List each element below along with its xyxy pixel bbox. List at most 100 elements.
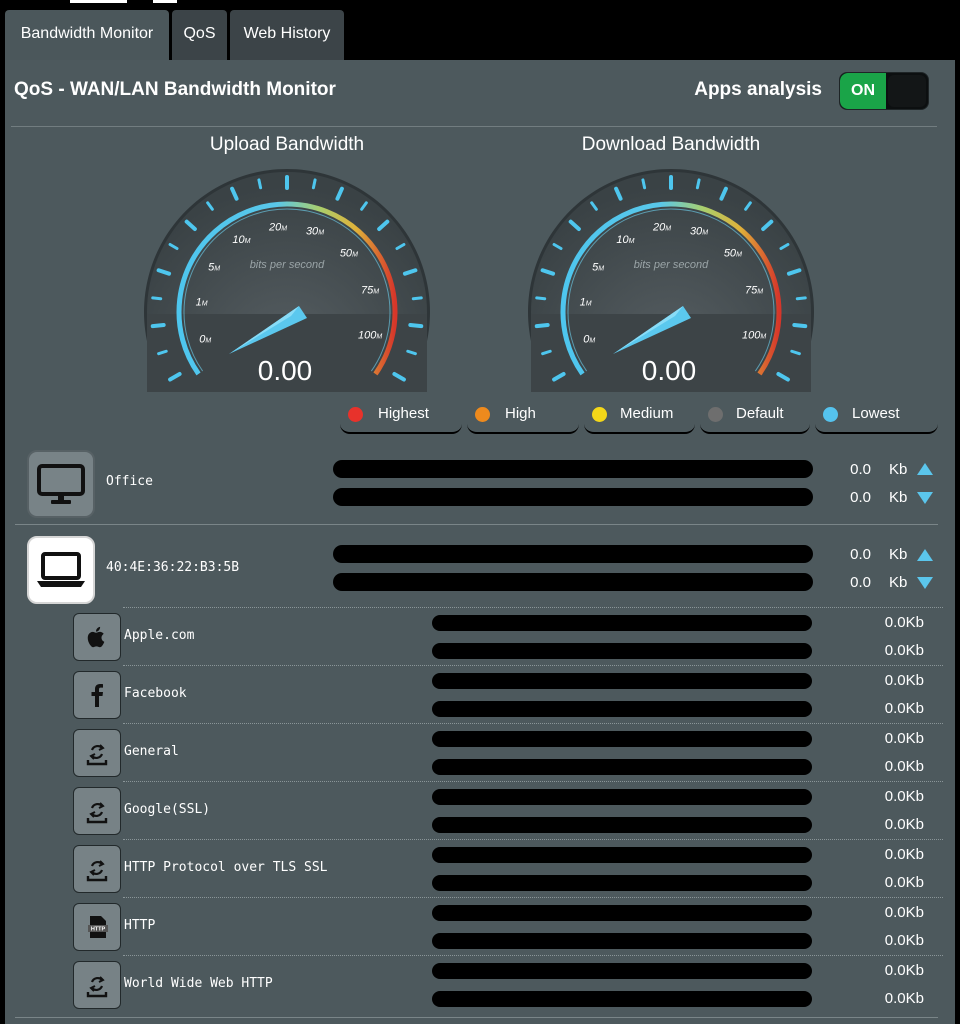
apps-analysis-label: Apps analysis <box>694 79 822 100</box>
device-name: 40:4E:36:22:B3:5B <box>106 560 240 575</box>
app-download-bar <box>432 991 812 1007</box>
device-upload-value: 0.0 <box>850 546 871 563</box>
app-upload-bar <box>432 731 812 747</box>
app-upload-bar <box>432 963 812 979</box>
app-upload-bar <box>432 789 812 805</box>
device-upload-value: 0.0 <box>850 461 871 478</box>
general-app-icon[interactable] <box>73 787 121 835</box>
app-upload-bar <box>432 847 812 863</box>
device-download-bar <box>333 573 813 591</box>
app-name: Facebook <box>124 686 187 701</box>
svg-text:HTTP: HTTP <box>91 927 106 933</box>
device-upload-bar <box>333 460 813 478</box>
general-app-icon[interactable] <box>73 961 121 1009</box>
app-download-value: 0.0Kb <box>884 642 924 659</box>
app-download-bar <box>432 933 812 949</box>
device-download-value: 0.0 <box>850 574 871 591</box>
general-app-icon[interactable] <box>73 729 121 777</box>
app-download-bar <box>432 701 812 717</box>
app-row-divider <box>123 607 943 608</box>
app-row-divider <box>123 839 943 840</box>
app-download-bar <box>432 875 812 891</box>
tab-qos[interactable]: QoS <box>172 10 227 60</box>
apps-analysis-toggle[interactable]: ON <box>839 72 929 110</box>
legend-label: Medium <box>620 405 674 422</box>
legend-label: Default <box>736 405 784 422</box>
app-upload-value: 0.0Kb <box>884 672 924 689</box>
upload-bandwidth-gauge: 0M1M5M10M20M 30M50M75M100Mbits per second… <box>144 169 430 392</box>
device-divider <box>15 524 938 525</box>
legend-item-default: Default <box>700 398 810 434</box>
upload-arrow-icon <box>917 463 933 475</box>
highest-dot <box>348 407 363 422</box>
app-row-divider <box>123 897 943 898</box>
tab-web-history[interactable]: Web History <box>230 10 344 60</box>
app-name: HTTP <box>124 918 156 933</box>
apple-icon[interactable] <box>73 613 121 661</box>
medium-dot <box>592 407 607 422</box>
gauge-tick <box>257 178 263 190</box>
bottom-divider <box>15 1017 938 1018</box>
laptop-icon[interactable] <box>27 536 95 604</box>
app-upload-bar <box>432 673 812 689</box>
app-name: Apple.com <box>124 628 195 643</box>
general-app-icon[interactable] <box>73 845 121 893</box>
header-divider <box>11 126 937 127</box>
gauge-unit-caption: bits per second <box>634 259 709 271</box>
app-download-bar <box>432 817 812 833</box>
gauge-tick <box>311 178 317 190</box>
device-name: Office <box>106 474 153 489</box>
app-row-divider <box>123 955 943 956</box>
app-download-value: 0.0Kb <box>884 932 924 949</box>
device-download-bar <box>333 488 813 506</box>
gauge-tick <box>534 322 550 329</box>
app-download-bar <box>432 759 812 775</box>
bandwidth-monitor-panel: QoS - WAN/LAN Bandwidth Monitor Apps ana… <box>5 60 955 1024</box>
http-file-icon[interactable]: HTTP <box>73 903 121 951</box>
high-dot <box>475 407 490 422</box>
legend-label: Highest <box>378 405 429 422</box>
desktop-computer-icon[interactable] <box>27 450 95 518</box>
gauge-tick <box>411 296 423 301</box>
app-row-divider <box>123 665 943 666</box>
top-decoration <box>153 0 177 3</box>
app-upload-value: 0.0Kb <box>884 730 924 747</box>
device-upload-bar <box>333 545 813 563</box>
gauge-value: 0.00 <box>258 355 313 386</box>
app-upload-bar <box>432 615 812 631</box>
upload-gauge-title: Upload Bandwidth <box>209 134 365 155</box>
app-row-divider <box>123 723 943 724</box>
gauge-tick <box>150 322 166 329</box>
upload-arrow-icon <box>917 549 933 561</box>
gauge-tick <box>535 296 547 301</box>
download-arrow-icon <box>917 577 933 589</box>
default-dot <box>708 407 723 422</box>
app-name: Google(SSL) <box>124 802 211 817</box>
app-row-divider <box>123 781 943 782</box>
app-name: HTTP Protocol over TLS SSL <box>124 860 328 875</box>
app-download-value: 0.0Kb <box>884 816 924 833</box>
gauge-value: 0.00 <box>642 355 697 386</box>
toggle-state-label: ON <box>840 73 886 109</box>
device-download-value: 0.0 <box>850 489 871 506</box>
device-upload-unit: Kb <box>889 546 908 563</box>
app-download-value: 0.0Kb <box>884 700 924 717</box>
facebook-icon[interactable] <box>73 671 121 719</box>
lowest-dot <box>823 407 838 422</box>
app-upload-bar <box>432 905 812 921</box>
tab-bandwidth-monitor[interactable]: Bandwidth Monitor <box>5 10 169 60</box>
app-download-bar <box>432 643 812 659</box>
legend-item-highest: Highest <box>340 398 462 434</box>
legend-label: Lowest <box>852 405 900 422</box>
gauge-tick <box>408 322 424 329</box>
app-upload-value: 0.0Kb <box>884 614 924 631</box>
app-download-value: 0.0Kb <box>884 990 924 1007</box>
legend-item-medium: Medium <box>584 398 695 434</box>
gauge-unit-caption: bits per second <box>250 259 325 271</box>
download-gauge-title: Download Bandwidth <box>581 134 761 155</box>
download-bandwidth-gauge: 0M1M5M10M20M 30M50M75M100Mbits per second… <box>528 169 814 392</box>
app-upload-value: 0.0Kb <box>884 846 924 863</box>
device-upload-unit: Kb <box>889 461 908 478</box>
page-title: QoS - WAN/LAN Bandwidth Monitor <box>14 79 336 100</box>
top-decoration <box>70 0 127 3</box>
